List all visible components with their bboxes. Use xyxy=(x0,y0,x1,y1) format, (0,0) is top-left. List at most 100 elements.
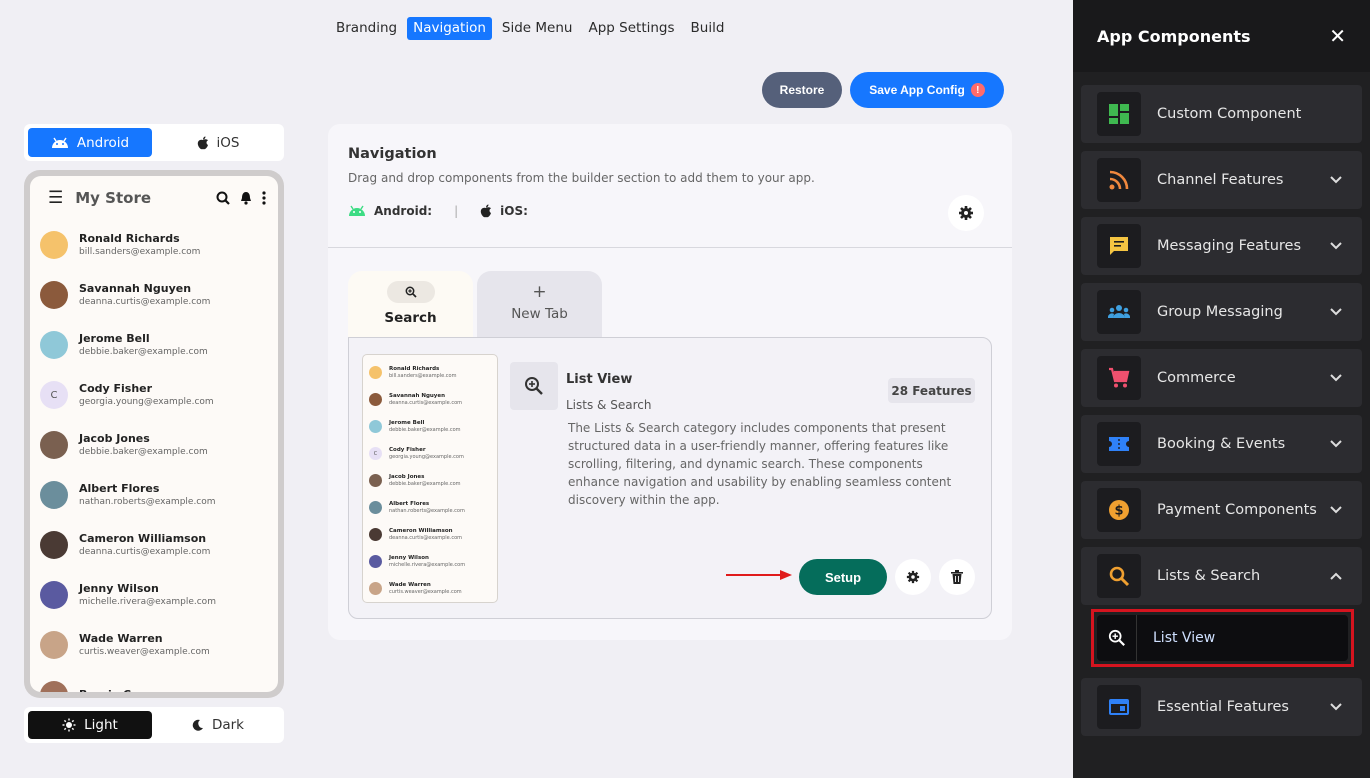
android-label: Android xyxy=(76,134,130,151)
tab-side-menu[interactable]: Side Menu xyxy=(496,17,579,40)
theme-toggle: Light Dark xyxy=(24,707,284,743)
mini-avatar xyxy=(369,366,382,379)
divider xyxy=(328,247,1012,248)
bell-icon[interactable] xyxy=(240,191,252,205)
delete-button[interactable] xyxy=(939,559,975,595)
component-category-channel-features[interactable]: Channel Features xyxy=(1081,151,1362,209)
restore-label: Restore xyxy=(779,83,825,97)
contact-row[interactable]: Jacob Jones debbie.baker@example.com xyxy=(30,420,278,470)
ios-toggle[interactable]: iOS xyxy=(156,128,280,157)
apple-icon xyxy=(480,204,492,218)
contact-row[interactable]: C Cody Fisher georgia.young@example.com xyxy=(30,370,278,420)
mini-avatar xyxy=(369,501,382,514)
contact-name: Albert Flores xyxy=(79,481,160,495)
mini-contact-email: nathan.roberts@example.com xyxy=(389,507,465,514)
zoom-in-icon xyxy=(405,286,417,298)
light-theme-toggle[interactable]: Light xyxy=(28,711,152,739)
phone-preview: ☰ My Store Ronald Richards bill.sanders@e… xyxy=(24,170,284,698)
zoom-in-icon xyxy=(1108,629,1125,646)
mini-contact-row: Jenny Wilson michelle.rivera@example.com xyxy=(363,548,497,575)
contact-email: nathan.roberts@example.com xyxy=(79,496,216,507)
setup-button[interactable]: Setup xyxy=(799,559,887,595)
android-toggle[interactable]: Android xyxy=(28,128,152,157)
mini-contact-row: Savannah Nguyen deanna.curtis@example.com xyxy=(363,386,497,413)
svg-text:$: $ xyxy=(1114,504,1123,519)
contact-row[interactable]: Jenny Wilson michelle.rivera@example.com xyxy=(30,570,278,620)
list-view-settings-button[interactable] xyxy=(895,559,931,595)
component-category-lists-search[interactable]: Lists & Search xyxy=(1081,547,1362,605)
component-category-commerce[interactable]: Commerce xyxy=(1081,349,1362,407)
component-category-label: Payment Components xyxy=(1157,502,1317,518)
android-os-label: Android: xyxy=(374,204,433,218)
mini-avatar xyxy=(369,393,382,406)
chevron-down-icon xyxy=(1330,440,1342,448)
chevron-up-icon xyxy=(1330,572,1342,580)
avatar xyxy=(40,581,68,609)
search-tab-pill xyxy=(386,281,435,303)
contact-email: debbie.baker@example.com xyxy=(79,446,208,457)
search-tab-label: Search xyxy=(384,310,437,326)
restore-button[interactable]: Restore xyxy=(762,72,842,108)
contact-row[interactable]: Wade Warren curtis.weaver@example.com xyxy=(30,620,278,670)
contact-email: georgia.young@example.com xyxy=(79,396,214,407)
gear-icon xyxy=(959,206,973,220)
tab-navigation[interactable]: Navigation xyxy=(407,17,492,40)
tab-branding[interactable]: Branding xyxy=(330,17,403,40)
component-category-booking-events[interactable]: Booking & Events xyxy=(1081,415,1362,473)
apple-icon xyxy=(197,136,208,149)
chevron-down-icon xyxy=(1330,374,1342,382)
os-row: Android: | iOS: xyxy=(348,204,528,218)
component-category-essential-features[interactable]: Essential Features xyxy=(1081,678,1362,736)
android-icon xyxy=(349,205,365,216)
mini-contact-email: georgia.young@example.com xyxy=(389,453,464,460)
avatar xyxy=(40,681,68,692)
component-category-custom-component[interactable]: Custom Component xyxy=(1081,85,1362,143)
zoom-in-icon xyxy=(525,377,543,395)
navigation-card: Navigation Drag and drop components from… xyxy=(328,124,1012,640)
mini-contact-name: Savannah Nguyen xyxy=(389,392,446,399)
mini-contact-email: michelle.rivera@example.com xyxy=(389,561,466,568)
contact-list: Ronald Richards bill.sanders@example.com S… xyxy=(30,220,278,692)
hamburger-menu-icon[interactable]: ☰ xyxy=(48,188,63,208)
navigation-settings-button[interactable] xyxy=(948,195,984,231)
dark-theme-toggle[interactable]: Dark xyxy=(156,711,280,739)
chevron-down-icon xyxy=(1330,703,1342,711)
component-category-group-messaging[interactable]: Group Messaging xyxy=(1081,283,1362,341)
chevron-down-icon xyxy=(1330,308,1342,316)
contact-row[interactable]: Albert Flores nathan.roberts@example.com xyxy=(30,470,278,520)
component-category-label: Group Messaging xyxy=(1157,304,1283,320)
contact-row[interactable]: Savannah Nguyen deanna.curtis@example.com xyxy=(30,270,278,320)
nav-tab-new[interactable]: + New Tab xyxy=(477,271,602,337)
nav-tab-search[interactable]: Search xyxy=(348,271,473,339)
setup-label: Setup xyxy=(824,569,862,585)
mini-contact-name: Jerome Bell xyxy=(389,419,425,426)
component-category-payment-components[interactable]: $ Payment Components xyxy=(1081,481,1362,539)
component-category-label: Commerce xyxy=(1157,370,1236,386)
mini-contact-email: curtis.weaver@example.com xyxy=(389,588,462,595)
search-icon[interactable] xyxy=(216,191,230,205)
list-view-thumbnail: Ronald Richards bill.sanders@example.com S… xyxy=(362,354,498,603)
close-icon[interactable]: ✕ xyxy=(1329,24,1346,48)
avatar xyxy=(40,631,68,659)
contact-row[interactable]: Cameron Williamson deanna.curtis@example.… xyxy=(30,520,278,570)
component-category-label: Messaging Features xyxy=(1157,238,1302,254)
ticket-icon xyxy=(1097,422,1141,466)
avatar xyxy=(40,531,68,559)
tab-build[interactable]: Build xyxy=(685,17,731,40)
save-app-config-button[interactable]: Save App Config ! xyxy=(850,72,1004,108)
contact-row[interactable]: Bessie Cooper xyxy=(30,670,278,692)
mini-avatar xyxy=(369,474,382,487)
list-view-component-item[interactable]: List View xyxy=(1091,609,1354,667)
mini-avatar xyxy=(369,555,382,568)
contact-row[interactable]: Jerome Bell debbie.baker@example.com xyxy=(30,320,278,370)
chevron-down-icon xyxy=(1330,242,1342,250)
platform-toggle: Android iOS xyxy=(24,124,284,161)
tab-app-settings[interactable]: App Settings xyxy=(582,17,680,40)
phone-screen: ☰ My Store Ronald Richards bill.sanders@e… xyxy=(30,176,278,692)
tab-content: Ronald Richards bill.sanders@example.com S… xyxy=(348,337,992,619)
contact-row[interactable]: Ronald Richards bill.sanders@example.com xyxy=(30,220,278,270)
mini-contact-name: Jenny Wilson xyxy=(389,554,429,561)
search-icon xyxy=(1097,554,1141,598)
component-category-messaging-features[interactable]: Messaging Features xyxy=(1081,217,1362,275)
more-vertical-icon[interactable] xyxy=(262,191,266,205)
